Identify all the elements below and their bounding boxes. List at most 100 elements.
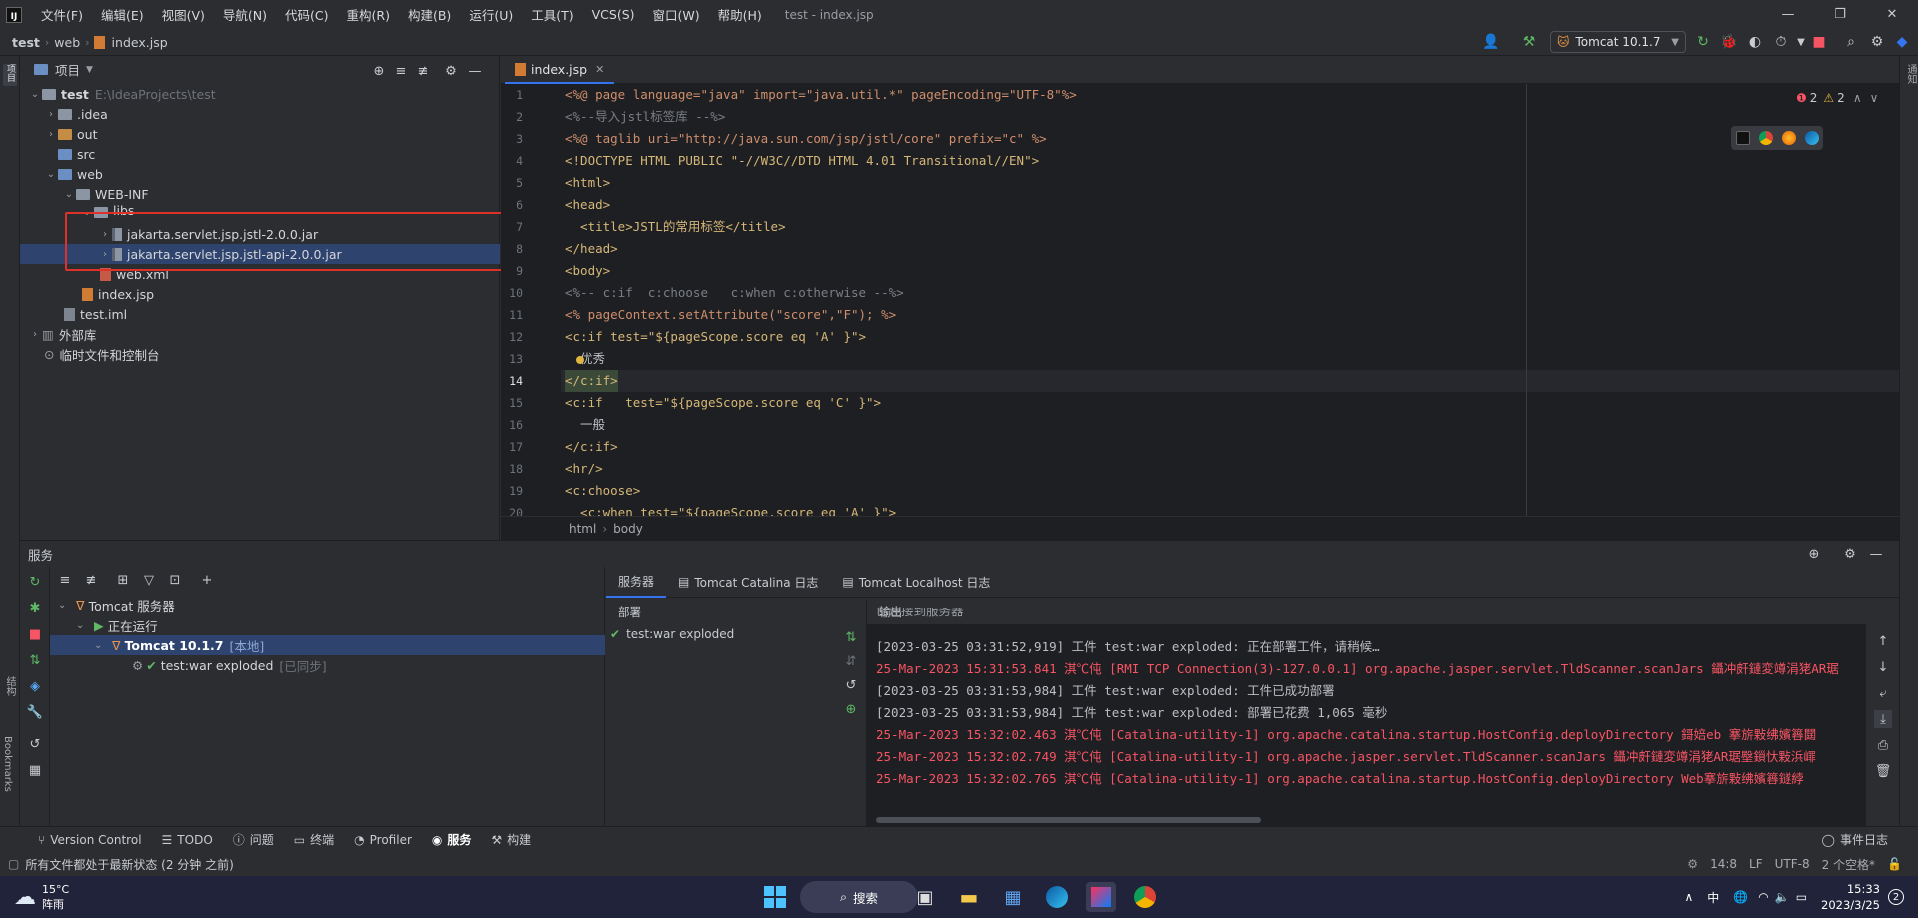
- clock[interactable]: 15:33 2023/3/25: [1821, 881, 1880, 913]
- wrench-icon[interactable]: 🔧: [26, 703, 44, 721]
- restore-icon[interactable]: ❐: [1814, 0, 1866, 29]
- run-configuration-select[interactable]: 🐱 Tomcat 10.1.7 ▼: [1550, 31, 1686, 53]
- menu-code[interactable]: 代码(C): [276, 5, 337, 24]
- more-run-icon[interactable]: ▼: [1792, 33, 1810, 51]
- add-icon[interactable]: +: [198, 571, 216, 589]
- build-hammer-icon[interactable]: ⚒: [1520, 33, 1538, 51]
- chevron-down-icon[interactable]: ∨: [1870, 91, 1879, 105]
- deploy-icon[interactable]: ⇅: [842, 628, 860, 646]
- coverage-icon[interactable]: ◐: [1746, 33, 1764, 51]
- layout-icon[interactable]: ▦: [26, 761, 44, 779]
- tree-root[interactable]: ⌄ test E:\IdeaProjects\test: [28, 84, 216, 104]
- service-running-group[interactable]: ⌄ ▶ 正在运行: [76, 615, 158, 635]
- code-line[interactable]: <%@ page language="java" import="java.ut…: [565, 84, 1077, 106]
- chrome-icon[interactable]: [1758, 131, 1773, 145]
- code-line[interactable]: </c:if>: [565, 436, 618, 458]
- debug-icon[interactable]: ✱: [26, 599, 44, 617]
- collapse-all-icon[interactable]: ≢: [414, 62, 432, 80]
- firefox-icon[interactable]: [1781, 131, 1796, 145]
- menu-tools[interactable]: 工具(T): [522, 5, 582, 24]
- chevron-up-icon[interactable]: ∧: [1853, 91, 1862, 105]
- code-line[interactable]: <% pageContext.setAttribute("score","F")…: [565, 304, 896, 326]
- deploy-icon[interactable]: ⇅: [26, 651, 44, 669]
- locate-target-icon[interactable]: ⊕: [1805, 545, 1823, 563]
- tree-item-external-libs[interactable]: › ▥ 外部库: [28, 324, 96, 344]
- inspection-widget[interactable]: ❶ 2 ⚠ 2 ∧ ∨: [1796, 91, 1878, 105]
- volume-icon[interactable]: 🔈: [1775, 890, 1790, 904]
- tab-version-control[interactable]: ⑂ Version Control: [28, 833, 152, 847]
- breadcrumb-project[interactable]: test: [0, 35, 45, 50]
- clear-icon[interactable]: 🗑: [1874, 762, 1892, 780]
- stop-icon[interactable]: ■: [26, 625, 44, 643]
- code-line[interactable]: <c:if test="${pageScope.score eq 'A' }">: [565, 326, 866, 348]
- tree-item-out[interactable]: › out: [44, 124, 97, 144]
- menu-run[interactable]: 运行(U): [460, 5, 522, 24]
- print-icon[interactable]: ⎙: [1874, 736, 1892, 754]
- memory-icon[interactable]: ⚙: [1687, 857, 1698, 871]
- hide-panel-icon[interactable]: —: [1867, 545, 1885, 563]
- edge-taskbar-icon[interactable]: [1042, 882, 1072, 912]
- code-line[interactable]: 一般: [565, 414, 605, 436]
- menu-vcs[interactable]: VCS(S): [583, 7, 644, 22]
- tab-build[interactable]: ⚒ 构建: [481, 831, 541, 848]
- tree-item-web-inf[interactable]: ⌄ WEB-INF: [62, 184, 149, 204]
- code-line[interactable]: <title>JSTL的常用标签</title>: [565, 216, 786, 238]
- project-header-label[interactable]: 项目: [55, 60, 80, 79]
- scroll-up-icon[interactable]: ↑: [1874, 632, 1892, 650]
- close-icon[interactable]: ✕: [1866, 0, 1918, 29]
- plugin-icon[interactable]: ◆: [1893, 33, 1911, 51]
- code-line[interactable]: <%-- c:if c:choose c:when c:otherwise --…: [565, 282, 904, 304]
- menu-window[interactable]: 窗口(W): [644, 5, 709, 24]
- tab-problems[interactable]: ⓘ 问题: [223, 831, 284, 848]
- code-line[interactable]: <%--导入jstl标签库 --%>: [565, 106, 725, 128]
- scroll-to-end-icon[interactable]: ⤓: [1874, 710, 1892, 728]
- indent-setting[interactable]: 2 个空格*: [1822, 856, 1875, 873]
- tree-item-index-jsp[interactable]: index.jsp: [82, 284, 154, 304]
- expand-all-icon[interactable]: ≡: [392, 62, 410, 80]
- event-log-button[interactable]: ◯ 事件日志: [1812, 831, 1898, 848]
- console-horizontal-scrollbar[interactable]: [876, 817, 1261, 823]
- search-icon[interactable]: ⌕: [1842, 33, 1860, 51]
- profile-icon[interactable]: ⏱: [1772, 33, 1790, 51]
- chevron-down-icon[interactable]: ▼: [86, 65, 93, 75]
- minimize-icon[interactable]: —: [1762, 0, 1814, 29]
- user-icon[interactable]: 👤: [1482, 33, 1500, 51]
- tree-item-test-iml[interactable]: test.iml: [64, 304, 127, 324]
- group-icon[interactable]: ⊞: [114, 571, 132, 589]
- hide-panel-icon[interactable]: —: [466, 62, 484, 80]
- code-line[interactable]: <!DOCTYPE HTML PUBLIC "-//W3C//DTD HTML …: [565, 150, 1039, 172]
- wifi-icon[interactable]: ◠: [1758, 890, 1768, 904]
- tab-server[interactable]: 服务器: [606, 567, 667, 598]
- new-tab-icon[interactable]: ⊡: [166, 571, 184, 589]
- menu-help[interactable]: 帮助(H): [709, 5, 771, 24]
- weather-widget[interactable]: ☁ 15°C 阵雨: [14, 878, 69, 916]
- code-line[interactable]: <head>: [565, 194, 610, 216]
- close-tab-icon[interactable]: ✕: [595, 63, 604, 76]
- breadcrumb-web[interactable]: web: [49, 35, 85, 50]
- tree-item-web[interactable]: ⌄ web: [44, 164, 103, 184]
- file-encoding[interactable]: UTF-8: [1775, 857, 1810, 871]
- bulb-icon[interactable]: [576, 356, 584, 364]
- code-line[interactable]: </head>: [565, 238, 618, 260]
- code-line[interactable]: </c:if>: [565, 370, 618, 392]
- notifications-tool-icon[interactable]: 通知: [1903, 64, 1918, 84]
- project-tool-icon[interactable]: 项目: [3, 64, 17, 86]
- gear-icon[interactable]: ⚙: [442, 62, 460, 80]
- menu-navigate[interactable]: 导航(N): [214, 5, 276, 24]
- soft-wrap-icon[interactable]: ⤶: [1874, 684, 1892, 702]
- crumb-html[interactable]: html: [569, 522, 596, 536]
- deploy-item[interactable]: ✔ test:war exploded: [606, 624, 866, 644]
- undeploy-icon[interactable]: ⇵: [842, 652, 860, 670]
- tray-expand-icon[interactable]: ∧: [1684, 890, 1693, 904]
- editor-tab-index-jsp[interactable]: index.jsp ✕: [505, 56, 615, 84]
- refresh-icon[interactable]: ↺: [842, 676, 860, 694]
- code-line[interactable]: 优秀: [565, 348, 605, 370]
- taskbar-search[interactable]: ⌕ 搜索: [800, 881, 918, 913]
- collapse-all-icon[interactable]: ≢: [82, 571, 100, 589]
- expand-all-icon[interactable]: ≡: [56, 571, 74, 589]
- code-line[interactable]: <body>: [565, 260, 610, 282]
- settings-gear-icon[interactable]: ⚙: [1868, 33, 1886, 51]
- code-line[interactable]: <html>: [565, 172, 610, 194]
- tab-terminal[interactable]: ▭ 终端: [284, 831, 344, 848]
- filter-icon[interactable]: ▽: [140, 571, 158, 589]
